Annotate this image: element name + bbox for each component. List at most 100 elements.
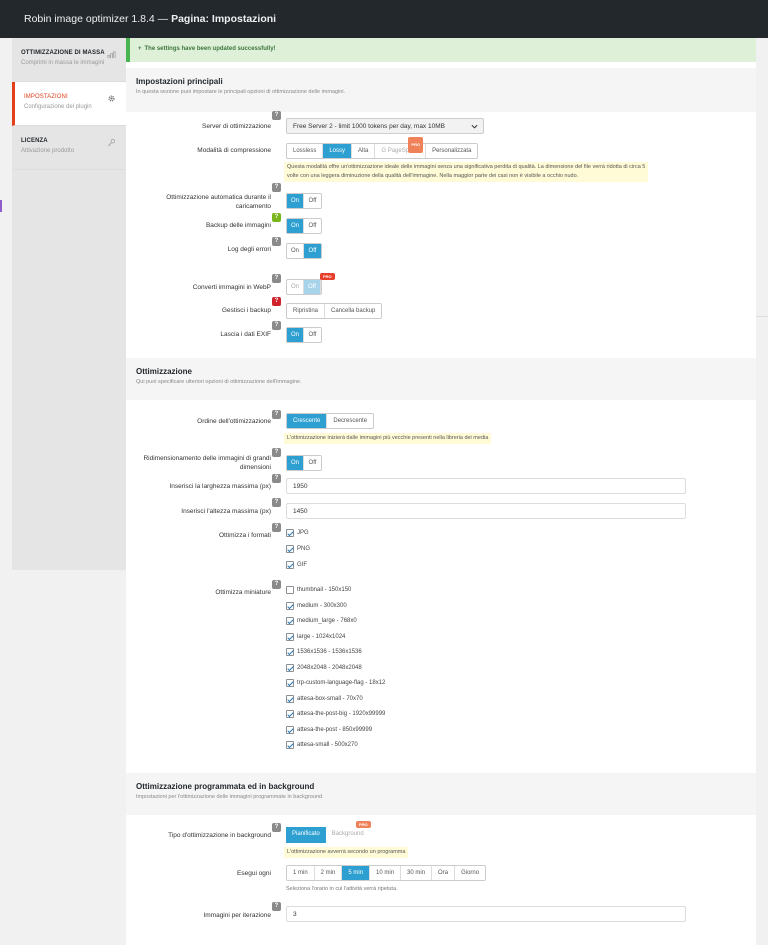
checkbox[interactable]	[286, 601, 294, 610]
checkbox[interactable]	[286, 725, 294, 734]
auto-optimize-toggle[interactable]: On Off	[286, 193, 322, 209]
error-log-toggle[interactable]: On Off	[286, 243, 322, 259]
checkbox[interactable]	[286, 710, 294, 718]
every-day[interactable]: Giorno	[455, 866, 485, 880]
compression-custom[interactable]: Personalizzata	[426, 144, 477, 158]
help-icon[interactable]: ?	[272, 410, 281, 419]
sidebar-item-settings[interactable]: IMPOSTAZIONI Configurazione del plugin	[12, 82, 126, 126]
compression-lossless[interactable]: Lossless	[287, 144, 324, 158]
thumb-option[interactable]: attesa-the-post-big - 1920x99999	[286, 707, 385, 721]
webp-toggle[interactable]: On Off PRO	[286, 273, 335, 295]
toggle-on[interactable]: On	[287, 219, 304, 233]
sidebar-item-bulk[interactable]: OTTIMIZZAZIONE DI MASSA Comprimi in mass…	[12, 38, 126, 82]
max-width-input[interactable]: 1950	[286, 478, 686, 494]
toggle-off[interactable]: Off	[304, 244, 321, 258]
section-scheduled: Ottimizzazione programmata ed in backgro…	[126, 773, 756, 815]
checkbox[interactable]	[286, 741, 294, 749]
thumb-option[interactable]: attesa-the-post - 850x99999	[286, 723, 385, 737]
backup-toggle[interactable]: On Off	[286, 218, 322, 234]
toggle-off[interactable]: Off	[304, 280, 321, 294]
help-icon[interactable]: ?	[272, 523, 281, 532]
thumb-option[interactable]: 1536x1536 - 1536x1536	[286, 645, 385, 659]
toggle-on[interactable]: On	[287, 328, 304, 342]
toggle-on[interactable]: On	[287, 244, 304, 258]
compression-gpagespeed[interactable]: G PageSpeed PRO	[375, 137, 427, 158]
every-5min[interactable]: 5 min	[342, 866, 371, 880]
format-gif[interactable]: GIF	[286, 558, 310, 572]
order-hint: L'ottimizzazione inizierà dalle immagini…	[284, 433, 492, 444]
toggle-off[interactable]: Off	[304, 328, 321, 342]
format-jpg[interactable]: JPG	[286, 526, 310, 540]
server-select[interactable]: Free Server 2 - limit 1000 tokens per da…	[286, 118, 484, 134]
thumb-option[interactable]: 2048x2048 - 2048x2048	[286, 661, 385, 675]
thumb-option[interactable]: medium_large - 768x0	[286, 614, 385, 628]
help-icon[interactable]: ?	[272, 823, 281, 832]
edge-divider	[756, 316, 768, 317]
row-error-log: ? Log degli errori On Off	[126, 237, 756, 260]
compression-lossy[interactable]: Lossy	[323, 144, 353, 158]
thumb-option[interactable]: attesa-small - 500x270	[286, 738, 385, 752]
restore-button[interactable]: Ripristina	[287, 304, 326, 318]
order-ascending[interactable]: Crescente	[287, 414, 328, 428]
sidebar-item-subtitle: Configurazione del plugin	[24, 104, 92, 110]
per-iteration-input[interactable]: 3	[286, 906, 686, 922]
checkbox[interactable]	[286, 617, 294, 625]
toggle-off[interactable]: Off	[304, 456, 321, 470]
help-icon[interactable]: ?	[272, 213, 281, 222]
max-height-input[interactable]: 1450	[286, 503, 686, 519]
bg-type-group: Pianificato Background PRO	[286, 821, 371, 843]
every-2min[interactable]: 2 min	[315, 866, 343, 880]
help-icon[interactable]: ?	[272, 448, 281, 457]
plugin-sidebar: OTTIMIZZAZIONE DI MASSA Comprimi in mass…	[12, 38, 126, 570]
sidebar-item-license[interactable]: LICENZA Attivazione prodotto	[12, 126, 126, 170]
checkbox[interactable]	[286, 663, 294, 672]
toggle-on[interactable]: On	[287, 456, 304, 470]
toggle-on[interactable]: On	[287, 280, 304, 294]
every-1min[interactable]: 1 min	[287, 866, 315, 880]
every-30min[interactable]: 30 min	[401, 866, 433, 880]
help-icon[interactable]: ?	[272, 237, 281, 246]
every-10min[interactable]: 10 min	[370, 866, 402, 880]
bg-type-hint: L'ottimizzazione avverrà secondo un prog…	[284, 847, 409, 858]
thumb-option[interactable]: trp-custom-language-flag - 18x12	[286, 676, 385, 690]
checkbox[interactable]	[286, 679, 294, 687]
checkbox[interactable]	[286, 529, 294, 537]
help-icon[interactable]: ?	[272, 274, 281, 283]
help-icon[interactable]: ?	[272, 902, 281, 911]
toggle-off[interactable]: Off	[304, 194, 321, 208]
row-every: Esegui ogni 1 min 2 min 5 min 10 min 30 …	[126, 864, 756, 900]
bg-type-hint-text: L'ottimizzazione avverrà secondo un prog…	[284, 847, 409, 858]
help-icon[interactable]: ?	[272, 111, 281, 120]
checkbox[interactable]	[286, 694, 294, 703]
checkbox[interactable]	[286, 586, 294, 594]
checkbox[interactable]	[286, 545, 294, 553]
checkbox[interactable]	[286, 561, 294, 569]
help-icon[interactable]: ?	[272, 297, 281, 306]
bg-type-scheduled[interactable]: Pianificato	[286, 827, 326, 843]
thumb-option[interactable]: thumbnail - 150x150	[286, 583, 385, 597]
exif-toggle[interactable]: On Off	[286, 327, 322, 343]
toggle-off[interactable]: Off	[304, 219, 321, 233]
delete-backup-button[interactable]: Cancella backup	[325, 304, 381, 318]
help-icon[interactable]: ?	[272, 498, 281, 507]
toggle-on[interactable]: On	[287, 194, 304, 208]
help-icon[interactable]: ?	[272, 474, 281, 483]
compression-hint-text: Questa modalità offre un'ottimizzazione …	[284, 162, 649, 182]
row-compression: Modalità di compressione Lossless Lossy …	[126, 137, 756, 183]
help-icon[interactable]: ?	[272, 580, 281, 589]
compression-high[interactable]: Alta	[352, 144, 376, 158]
resize-toggle[interactable]: On Off	[286, 455, 322, 471]
checkbox[interactable]	[286, 632, 294, 641]
bg-type-background[interactable]: Background	[326, 827, 370, 843]
thumb-option[interactable]: attesa-box-small - 70x70	[286, 692, 385, 706]
row-max-height: ? Inserisci l'altezza massima (px) 1450	[126, 498, 756, 520]
checkbox[interactable]	[286, 648, 294, 656]
help-icon[interactable]: ?	[272, 183, 281, 192]
thumb-option[interactable]: medium - 300x300	[286, 599, 385, 613]
thumb-option[interactable]: large - 1024x1024	[286, 630, 385, 644]
order-descending[interactable]: Decrescente	[327, 414, 373, 428]
help-icon[interactable]: ?	[272, 321, 281, 330]
format-png[interactable]: PNG	[286, 542, 310, 556]
every-hour[interactable]: Ora	[432, 866, 456, 880]
max-width-label: Inserisci la larghezza massima (px)	[169, 483, 271, 490]
